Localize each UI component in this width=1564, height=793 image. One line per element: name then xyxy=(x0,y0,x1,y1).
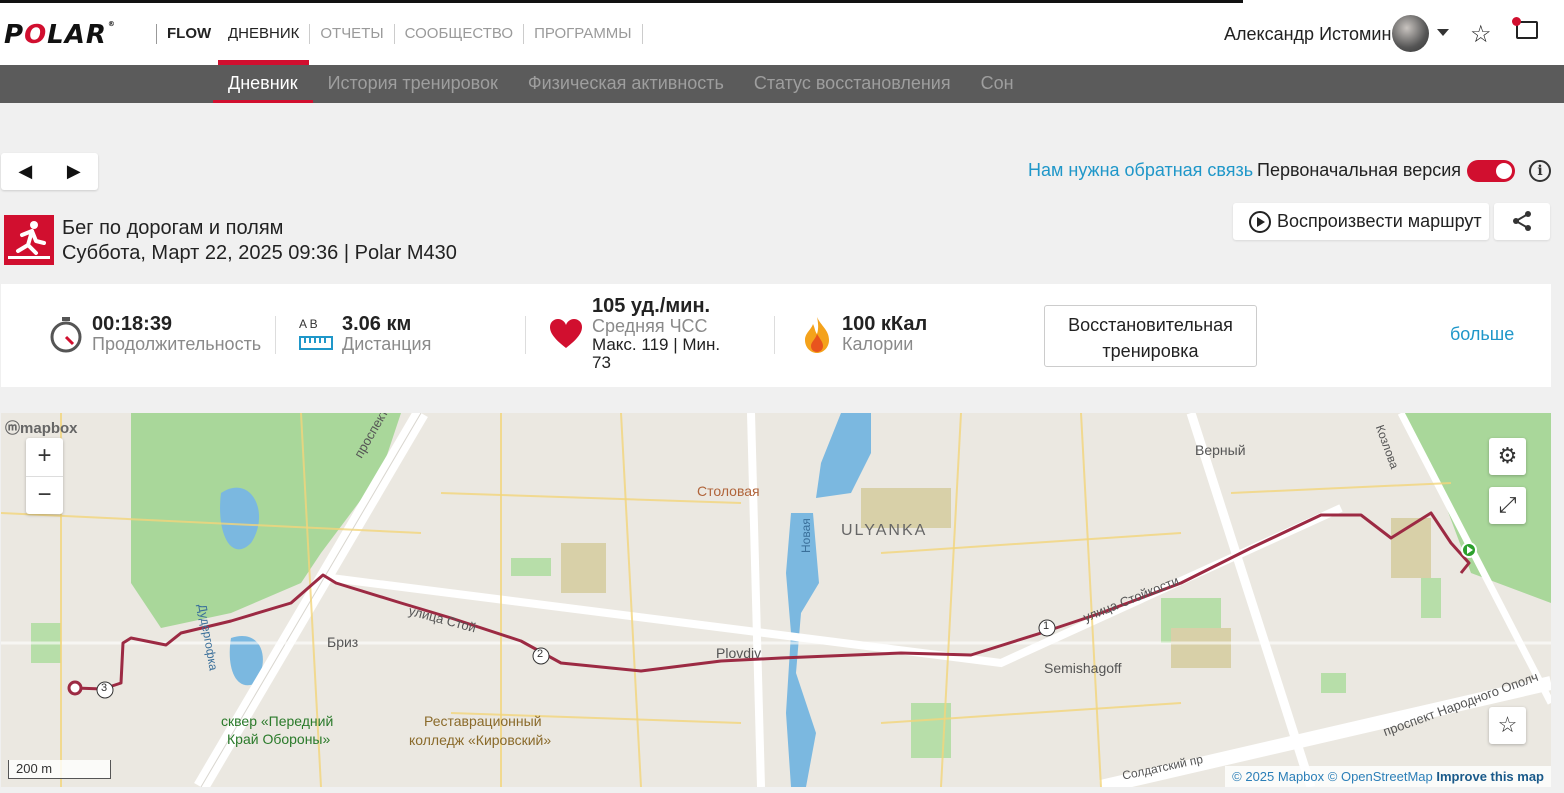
nav-community[interactable]: СООБЩЕСТВО xyxy=(395,24,525,44)
distance-ab-label: A B xyxy=(299,317,318,331)
map-label-college-1: Реставрационный xyxy=(424,713,542,729)
heart-rate-minmax: Макс. 119 | Мин. xyxy=(592,335,721,354)
map-label-stolovaya: Столовая xyxy=(697,483,760,499)
play-icon xyxy=(1249,210,1271,233)
nav-diary[interactable]: ДНЕВНИК xyxy=(218,24,311,65)
gear-icon: ⚙ xyxy=(1497,443,1518,468)
stopwatch-icon xyxy=(50,317,82,353)
km-marker-2: 2 xyxy=(537,648,544,660)
session-date: Суббота, Март 22, 2025 09:36 | Polar M43… xyxy=(62,242,457,264)
map-attribution: © 2025 Mapbox © OpenStreetMap Improve th… xyxy=(1225,766,1551,787)
improve-map-link[interactable]: Improve this map xyxy=(1436,769,1544,784)
divider xyxy=(275,316,276,354)
top-navbar: POLAR® FLOW ДНЕВНИК ОТЧЕТЫ СООБЩЕСТВО ПР… xyxy=(0,0,1564,65)
heart-rate-min-value: 73 xyxy=(592,353,611,372)
mapbox-logo[interactable]: ⓜmapbox xyxy=(5,417,78,438)
share-button[interactable] xyxy=(1494,203,1550,240)
prev-next-control: ◀ ▶ xyxy=(1,153,98,190)
km-marker-1: 1 xyxy=(1043,620,1050,632)
next-arrow-icon[interactable]: ▶ xyxy=(50,161,99,182)
recovery-training-label-2: тренировка xyxy=(1102,341,1199,361)
zoom-control: + − xyxy=(26,438,63,514)
map-favorite-button[interactable]: ☆ xyxy=(1489,707,1526,744)
divider xyxy=(774,316,775,354)
share-icon xyxy=(1513,211,1531,231)
expand-icon: ⤢ xyxy=(1498,492,1517,517)
map-scale: 200 m xyxy=(8,760,111,779)
user-name[interactable]: Александр Истомин xyxy=(1224,24,1391,45)
mapbox-attribution-link[interactable]: © 2025 Mapbox xyxy=(1232,769,1324,784)
flow-label: FLOW xyxy=(156,24,211,44)
duration-value: 00:18:39 xyxy=(92,313,173,335)
original-version-toggle[interactable] xyxy=(1467,160,1515,182)
map-label-square-2: Край Обороны» xyxy=(227,731,331,747)
main-nav: ДНЕВНИК ОТЧЕТЫ СООБЩЕСТВО ПРОГРАММЫ xyxy=(218,24,643,65)
ruler-icon xyxy=(299,336,333,350)
subnav-activity[interactable]: Физическая активность xyxy=(513,65,739,103)
subnav-training-history[interactable]: История тренировок xyxy=(313,65,513,103)
running-icon xyxy=(4,215,54,265)
stats-bar: 00:18:39 Продолжительность A B 3.06 км Д… xyxy=(1,284,1551,387)
km-marker-3: 3 xyxy=(101,682,108,694)
feedback-link[interactable]: Нам нужна обратная связь xyxy=(1028,160,1253,181)
calories-value: 100 кКал xyxy=(842,313,928,335)
prev-arrow-icon[interactable]: ◀ xyxy=(1,161,50,182)
map-label-ulyanka: ULYANKA xyxy=(841,522,928,539)
subnav-recovery-status[interactable]: Статус восстановления xyxy=(739,65,966,103)
fullscreen-button[interactable]: ⤢ xyxy=(1489,487,1526,524)
subnav-sleep[interactable]: Сон xyxy=(966,65,1029,103)
map-label-briz: Бриз xyxy=(327,634,359,650)
replay-route-label: Воспроизвести маршрут xyxy=(1277,211,1482,231)
sport-name: Бег по дорогам и полям xyxy=(62,217,284,239)
nav-reports[interactable]: ОТЧЕТЫ xyxy=(310,24,395,44)
map-label-novaya: Новая xyxy=(799,518,813,553)
original-version-label: Первоначальная версия xyxy=(1257,160,1462,180)
sub-navbar: Дневник История тренировок Физическая ак… xyxy=(0,65,1564,103)
map-label-verny: Верный xyxy=(1195,442,1246,458)
polar-logo[interactable]: POLAR® xyxy=(4,20,116,50)
map-label-semishagoff: Semishagoff xyxy=(1044,660,1122,676)
distance-label: Дистанция xyxy=(342,334,432,354)
recovery-training-button[interactable]: Восстановительная тренировка xyxy=(1044,305,1257,367)
zoom-out-button[interactable]: − xyxy=(26,477,63,515)
avatar[interactable] xyxy=(1392,15,1429,52)
star-icon[interactable]: ☆ xyxy=(1470,20,1492,49)
info-icon[interactable]: i xyxy=(1529,160,1551,182)
nav-programs[interactable]: ПРОГРАММЫ xyxy=(524,24,643,44)
map-label-college-2: колледж «Кировский» xyxy=(409,732,552,748)
heart-rate-label: Средняя ЧСС xyxy=(592,316,708,336)
zoom-in-button[interactable]: + xyxy=(26,438,63,476)
top-accent-line xyxy=(0,0,1243,3)
subnav-diary[interactable]: Дневник xyxy=(213,65,313,103)
map-label-square-1: сквер «Передний xyxy=(221,713,334,729)
route-map[interactable]: 1 2 3 Столовая ULYANKA Верный Бриз Plovd… xyxy=(1,413,1551,787)
divider xyxy=(525,316,526,354)
distance-value: 3.06 км xyxy=(342,313,412,335)
flame-icon xyxy=(805,317,829,353)
heart-icon xyxy=(550,319,582,348)
osm-attribution-link[interactable]: © OpenStreetMap xyxy=(1328,769,1433,784)
calories-label: Калории xyxy=(842,334,914,354)
recovery-training-label-1: Восстановительная xyxy=(1068,315,1233,335)
more-link[interactable]: больше xyxy=(1450,324,1514,345)
heart-rate-value: 105 уд./мин. xyxy=(592,295,711,317)
map-settings-button[interactable]: ⚙ xyxy=(1489,438,1526,475)
star-icon: ☆ xyxy=(1497,712,1518,737)
duration-label: Продолжительность xyxy=(92,334,262,354)
map-label-plovdiv: Plovdiv xyxy=(716,645,762,661)
mapbox-logo-text: mapbox xyxy=(20,420,78,437)
replay-route-button[interactable]: Воспроизвести маршрут xyxy=(1233,203,1489,240)
chevron-down-icon[interactable] xyxy=(1437,29,1449,36)
notification-icon[interactable] xyxy=(1512,17,1538,39)
